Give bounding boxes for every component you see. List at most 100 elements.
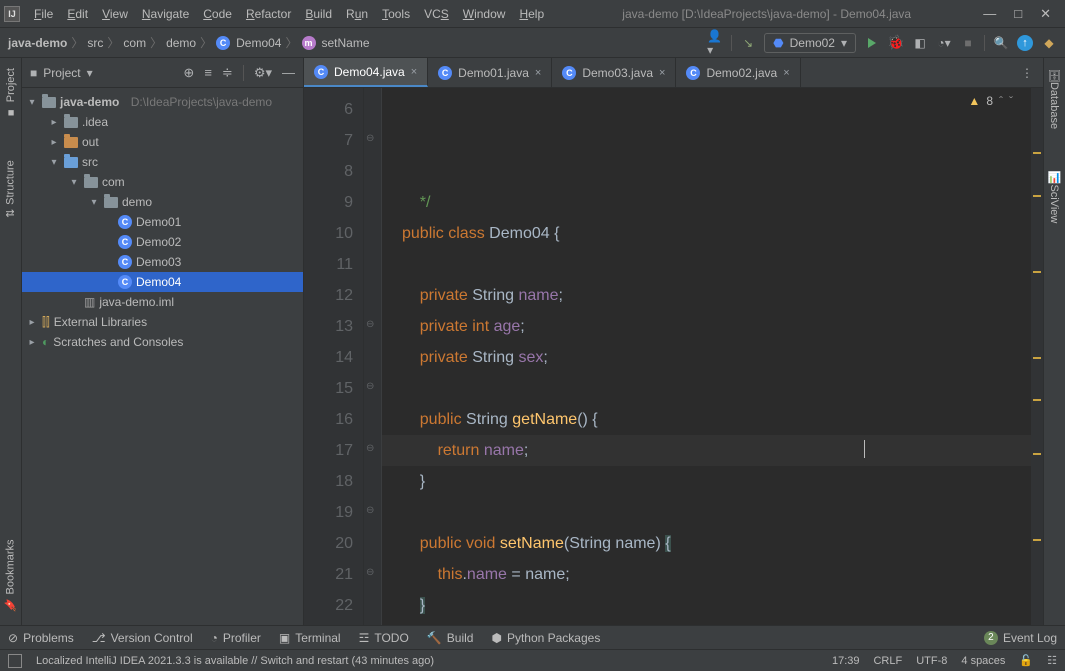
- menu-edit[interactable]: Edit: [61, 4, 94, 24]
- hide-panel-icon[interactable]: —: [282, 65, 295, 81]
- coverage-button[interactable]: ◧: [912, 35, 928, 51]
- scratches-icon: ◐: [42, 335, 49, 349]
- editor-tab[interactable]: C Demo01.java ×: [428, 58, 552, 87]
- project-panel-title: Project: [43, 66, 80, 80]
- close-button[interactable]: ✕: [1040, 6, 1051, 22]
- status-encoding[interactable]: UTF-8: [916, 655, 947, 667]
- project-tree[interactable]: ▾ java-demo D:\IdeaProjects\java-demo ▸.…: [22, 88, 303, 625]
- status-linesep[interactable]: CRLF: [873, 655, 902, 667]
- tree-folder-idea[interactable]: ▸.idea: [22, 112, 303, 132]
- editor-tab[interactable]: CDemo04.java×: [304, 58, 428, 87]
- tree-class-demo04[interactable]: CDemo04: [22, 272, 303, 292]
- right-tool-stripe: 🗄Database 📊SciView: [1043, 58, 1065, 625]
- ide-settings-icon[interactable]: ◆: [1041, 35, 1057, 51]
- tab-database[interactable]: 🗄Database: [1046, 62, 1063, 135]
- close-tab-icon[interactable]: ×: [535, 67, 541, 79]
- menu-window[interactable]: Window: [457, 4, 512, 24]
- memory-icon[interactable]: ☷: [1047, 654, 1057, 667]
- tree-folder-out[interactable]: ▸out: [22, 132, 303, 152]
- toolwindow-python[interactable]: ⬢Python Packages: [491, 631, 600, 645]
- code-editor[interactable]: 67891011121314151617181920212223 ⊖⊖⊖⊖⊖⊖ …: [304, 88, 1043, 625]
- tab-label: Demo02.java: [706, 66, 777, 80]
- toolwindow-profiler[interactable]: ◔Profiler: [211, 631, 261, 645]
- tree-root[interactable]: ▾ java-demo D:\IdeaProjects\java-demo: [22, 92, 303, 112]
- class-icon: C: [562, 66, 576, 80]
- tree-folder-demo[interactable]: ▾demo: [22, 192, 303, 212]
- breadcrumb[interactable]: java-demo 〉src 〉com 〉demo 〉CDemo04 〉mset…: [8, 34, 370, 51]
- menu-refactor[interactable]: Refactor: [240, 4, 297, 24]
- maximize-button[interactable]: □: [1014, 6, 1022, 22]
- class-icon: C: [314, 65, 328, 79]
- toolwindow-problems[interactable]: ⊘Problems: [8, 631, 74, 645]
- settings-gear-icon[interactable]: ⚙▾: [254, 65, 272, 81]
- user-icon[interactable]: 👤▾: [707, 35, 723, 51]
- close-tab-icon[interactable]: ×: [783, 67, 789, 79]
- menu-code[interactable]: Code: [197, 4, 238, 24]
- profile-button[interactable]: ◔▾: [936, 35, 952, 51]
- folder-icon: [42, 97, 56, 108]
- tree-external-libraries[interactable]: ▸⫿⫿External Libraries: [22, 312, 303, 332]
- close-tab-icon[interactable]: ×: [659, 67, 665, 79]
- line-number-gutter: 67891011121314151617181920212223: [304, 88, 364, 625]
- status-indent[interactable]: 4 spaces: [961, 655, 1005, 667]
- window-title: java-demo [D:\IdeaProjects\java-demo] - …: [550, 7, 983, 21]
- run-config-selector[interactable]: ⬣ Demo02 ▾: [764, 33, 856, 53]
- class-icon: C: [118, 215, 132, 229]
- code-content[interactable]: */public class Demo04 { private String n…: [382, 88, 1043, 625]
- editor-tab[interactable]: CDemo02.java×: [676, 58, 800, 87]
- tabs-more-icon[interactable]: ⋮: [1011, 58, 1043, 87]
- tree-class-demo02[interactable]: CDemo02: [22, 232, 303, 252]
- tree-class-demo03[interactable]: CDemo03: [22, 252, 303, 272]
- toolwindow-vcs[interactable]: ⎇Version Control: [92, 631, 193, 645]
- breadcrumb-project[interactable]: java-demo: [8, 36, 67, 50]
- toolwindows-toggle-icon[interactable]: [8, 654, 22, 668]
- collapse-all-icon[interactable]: ≑: [222, 65, 233, 81]
- select-opened-file-icon[interactable]: ⊕: [183, 65, 194, 81]
- tree-iml[interactable]: ▥java-demo.iml: [22, 292, 303, 312]
- terminal-icon: ▣: [279, 631, 290, 645]
- expand-all-icon[interactable]: ≡: [204, 65, 212, 81]
- run-button[interactable]: [864, 35, 880, 51]
- menu-view[interactable]: View: [96, 4, 134, 24]
- tree-folder-com[interactable]: ▾com: [22, 172, 303, 192]
- toolwindow-eventlog[interactable]: 2Event Log: [984, 631, 1057, 645]
- class-icon: C: [118, 275, 132, 289]
- minimize-button[interactable]: —: [983, 6, 996, 22]
- tab-sciview[interactable]: 📊SciView: [1046, 165, 1063, 229]
- stop-button[interactable]: ■: [960, 35, 976, 51]
- debug-button[interactable]: 🐞: [888, 35, 904, 51]
- tab-project[interactable]: ■Project: [3, 62, 19, 124]
- warning-icon: ▲: [968, 94, 980, 108]
- tab-structure[interactable]: ⇅Structure: [2, 154, 19, 224]
- menu-vcs[interactable]: VCS: [418, 4, 455, 24]
- readonly-lock-icon[interactable]: 🔓: [1019, 654, 1033, 667]
- fold-gutter[interactable]: ⊖⊖⊖⊖⊖⊖: [364, 88, 382, 625]
- menu-file[interactable]: File: [28, 4, 59, 24]
- menu-build[interactable]: Build: [299, 4, 338, 24]
- project-tool-window: ■ Project ▾ ⊕ ≡ ≑ ⚙▾ — ▾ java-demo D:\Id…: [22, 58, 304, 625]
- close-tab-icon[interactable]: ×: [411, 66, 417, 78]
- problems-icon: ⊘: [8, 631, 18, 645]
- inspection-badge[interactable]: ▲ 8 ˆˇ: [968, 94, 1013, 108]
- menu-help[interactable]: Help: [513, 4, 550, 24]
- update-icon[interactable]: ↑: [1017, 35, 1033, 51]
- search-icon[interactable]: 🔍: [993, 35, 1009, 51]
- tree-class-demo01[interactable]: CDemo01: [22, 212, 303, 232]
- folder-icon: [64, 137, 78, 148]
- toolwindow-terminal[interactable]: ▣Terminal: [279, 631, 341, 645]
- toolwindow-todo[interactable]: ☲TODO: [359, 631, 409, 645]
- menu-run[interactable]: Run: [340, 4, 374, 24]
- tree-scratches[interactable]: ▸◐Scratches and Consoles: [22, 332, 303, 352]
- editor-tab[interactable]: CDemo03.java×: [552, 58, 676, 87]
- menu-tools[interactable]: Tools: [376, 4, 416, 24]
- build-icon[interactable]: ↘: [740, 35, 756, 51]
- class-icon: C: [438, 66, 452, 80]
- profiler-icon: ◔: [211, 631, 218, 645]
- tree-folder-src[interactable]: ▾src: [22, 152, 303, 172]
- menubar: File Edit View Navigate Code Refactor Bu…: [28, 4, 550, 24]
- status-message[interactable]: Localized IntelliJ IDEA 2021.3.3 is avai…: [36, 655, 434, 667]
- toolwindow-build[interactable]: 🔨Build: [427, 631, 474, 645]
- tab-label: Demo01.java: [458, 66, 529, 80]
- menu-navigate[interactable]: Navigate: [136, 4, 195, 24]
- tab-bookmarks[interactable]: 🔖Bookmarks: [2, 533, 19, 617]
